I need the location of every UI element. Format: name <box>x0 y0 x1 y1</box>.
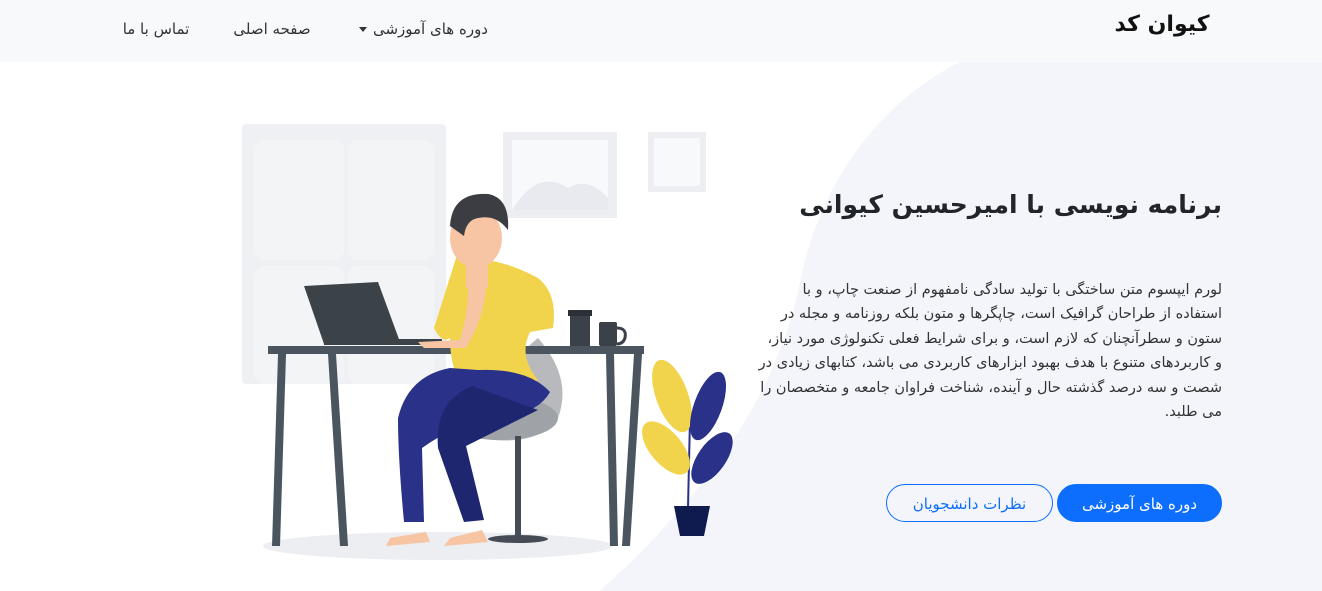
mug <box>599 322 627 346</box>
wall-picture <box>503 132 706 218</box>
courses-button[interactable]: دوره های آموزشی <box>1057 484 1222 522</box>
hero-title: برنامه نویسی با امیرحسین کیوانی <box>799 190 1222 219</box>
nav-home[interactable]: صفحه اصلی <box>226 20 318 38</box>
plant <box>642 359 733 536</box>
brand-logo[interactable]: کیوان کد <box>1112 12 1212 37</box>
nav-contact[interactable]: تماس با ما <box>112 20 200 38</box>
nav-courses-label: دوره های آموزشی <box>372 20 488 38</box>
student-reviews-button[interactable]: نظرات دانشجویان <box>886 484 1053 522</box>
nav-courses-dropdown[interactable]: دوره های آموزشی <box>358 20 488 38</box>
floor-shadow <box>263 532 613 560</box>
coffee-cup <box>568 310 592 346</box>
navbar: کیوان کد دوره های آموزشی صفحه اصلی تماس … <box>0 0 1322 62</box>
caret-down-icon <box>358 27 367 32</box>
hero-description: لورم ایپسوم متن ساختگی با تولید سادگی نا… <box>758 282 1222 421</box>
hero-illustration <box>242 124 733 560</box>
